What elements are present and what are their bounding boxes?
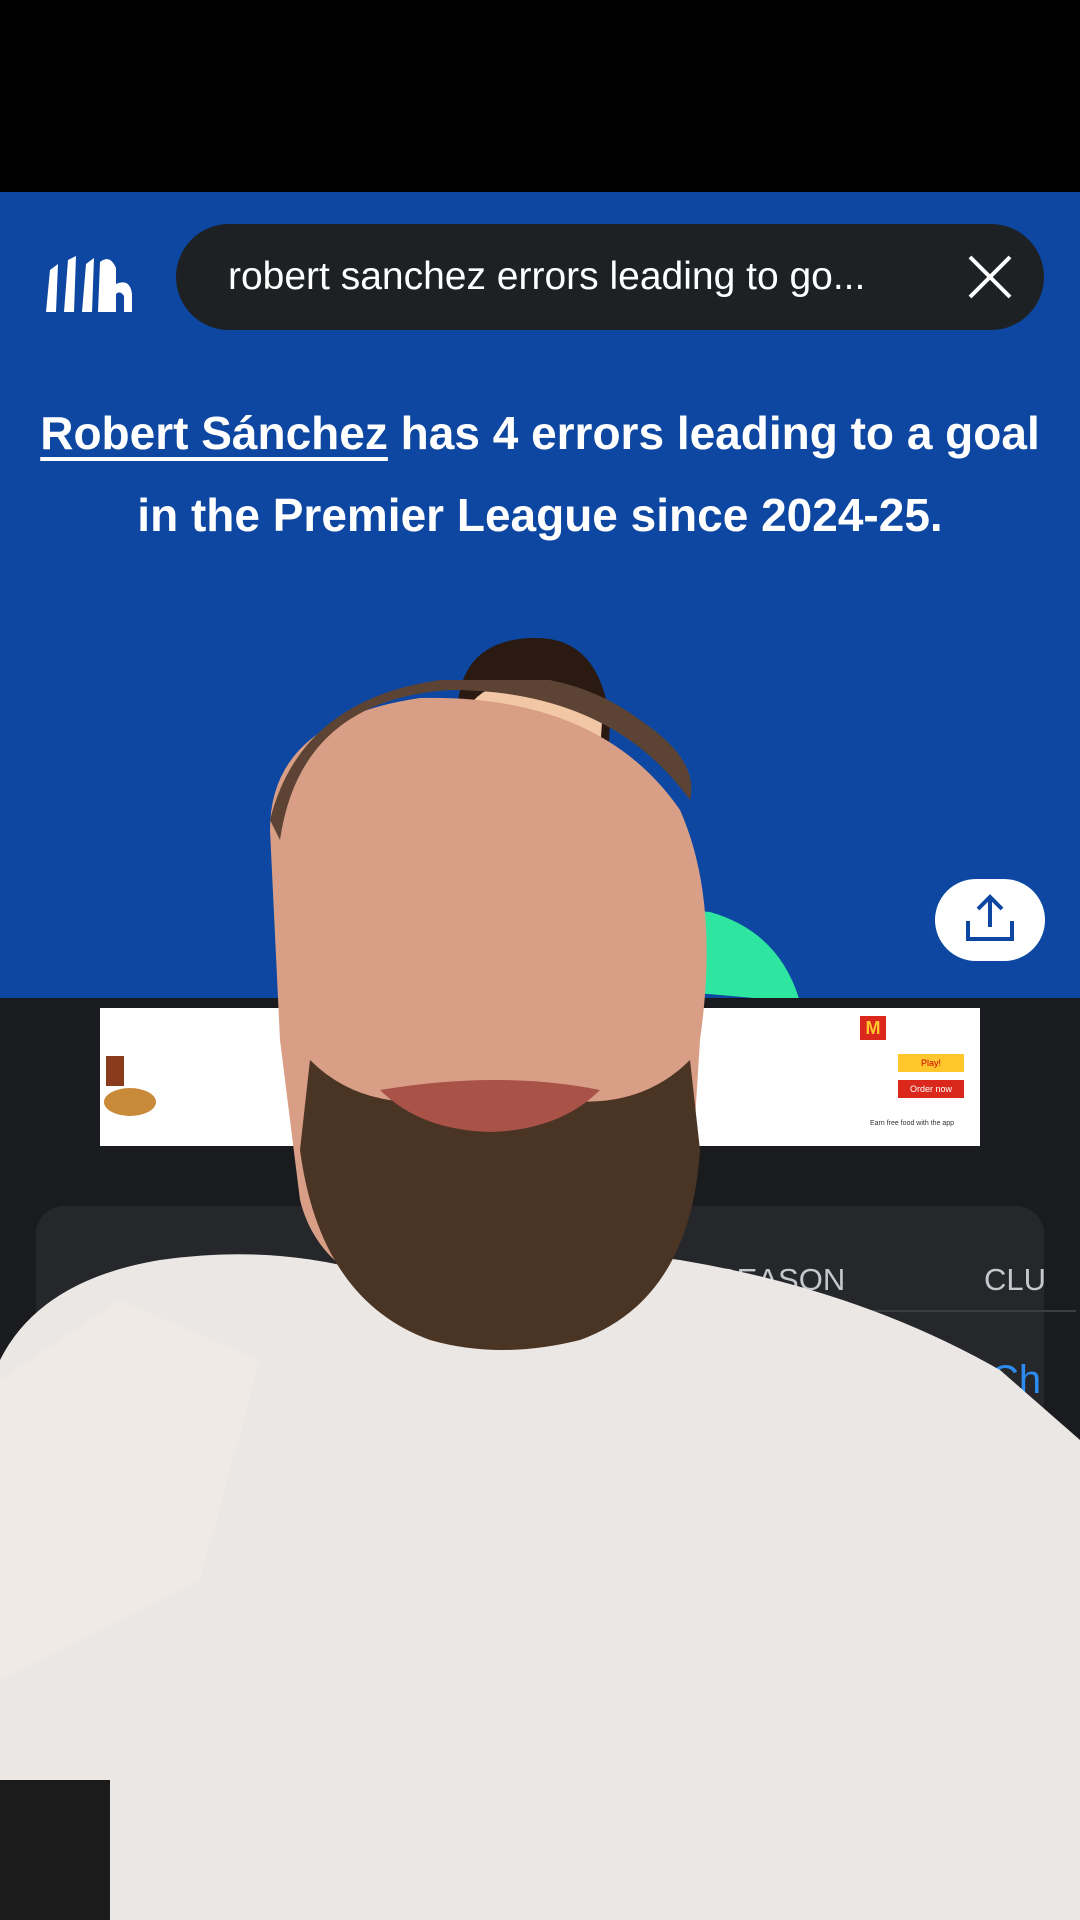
close-icon[interactable] [966,253,1014,301]
search-query[interactable]: robert sanchez errors leading to go... [228,224,865,330]
player-link[interactable]: Robert Sánchez [40,407,388,459]
search-bar[interactable]: robert sanchez errors leading to go... [176,224,1044,330]
presenter-video-overlay [0,680,1080,1920]
statmuse-logo-icon[interactable] [40,254,136,314]
status-bar-area [0,0,1080,192]
answer-headline: Robert Sánchez has 4 errors leading to a… [20,392,1060,556]
